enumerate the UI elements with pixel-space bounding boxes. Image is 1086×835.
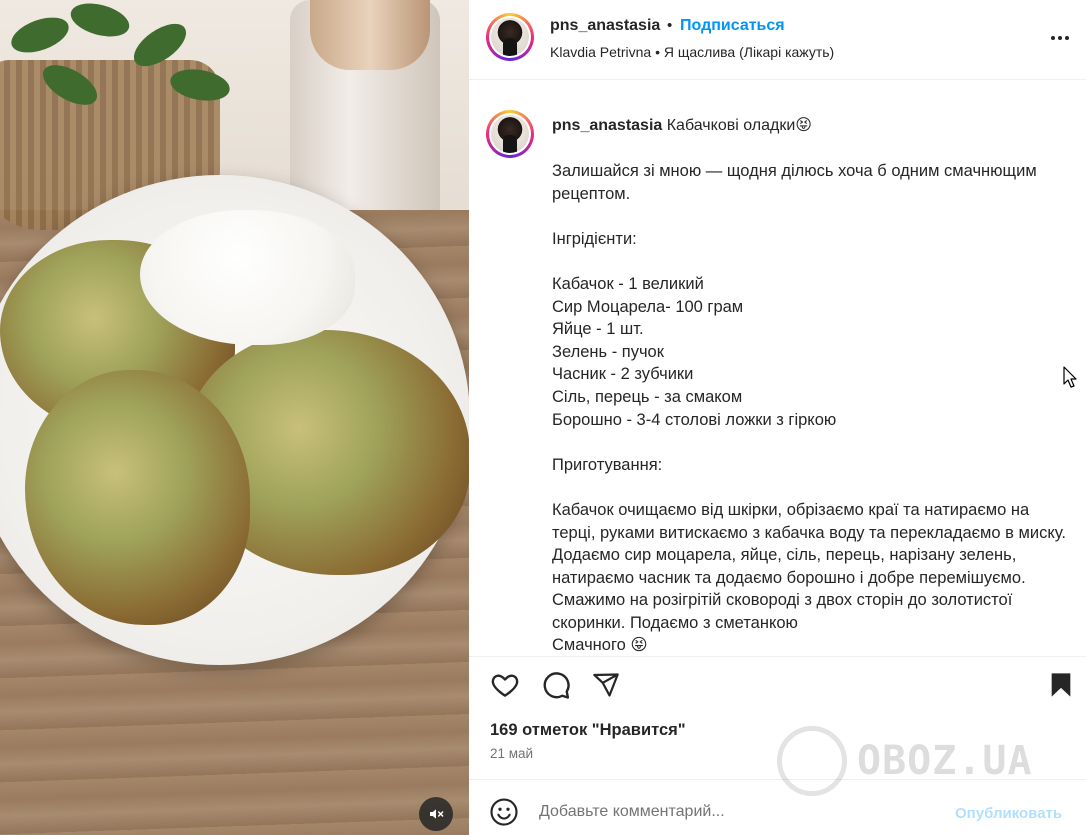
- save-button[interactable]: [1044, 668, 1078, 702]
- post-panel: pns_anastasia • Подписаться Klavdia Petr…: [469, 0, 1086, 835]
- comment-icon: [543, 672, 570, 699]
- mute-button[interactable]: [419, 797, 453, 831]
- caption-title-emoji: 😝: [795, 117, 812, 134]
- avatar-image: [491, 18, 529, 56]
- audio-track-link[interactable]: Я щаслива (Лікарі кажуть): [664, 44, 834, 60]
- header-username[interactable]: pns_anastasia: [550, 17, 660, 35]
- likes-count[interactable]: 169 отметок "Нравится": [490, 721, 686, 740]
- header-subtitle: Klavdia Petrivna • Я щаслива (Лікарі каж…: [550, 44, 834, 60]
- comment-input[interactable]: [539, 800, 939, 824]
- caption-avatar[interactable]: [486, 110, 534, 158]
- caption-title-line: pns_anastasia Кабачкові оладки😝: [552, 115, 1072, 136]
- emoji-button[interactable]: [489, 797, 519, 827]
- mouse-cursor-icon: [1063, 366, 1077, 388]
- post-caption: pns_anastasia Кабачкові оладки😝 Залишайс…: [469, 81, 1086, 656]
- avatar-image: [491, 115, 529, 153]
- caption-title: Кабачкові оладки: [666, 117, 796, 134]
- more-icon: [1051, 36, 1069, 40]
- audio-artist-link[interactable]: Klavdia Petrivna: [550, 44, 651, 60]
- post-comment-button[interactable]: Опубликовать: [955, 805, 1062, 822]
- volume-off-icon: [430, 809, 444, 819]
- caption-username[interactable]: pns_anastasia: [552, 117, 662, 134]
- header-separator: •: [667, 17, 673, 34]
- media-jar-lid: [310, 0, 430, 70]
- post-date[interactable]: 21 май: [490, 746, 533, 761]
- more-options-button[interactable]: [1045, 26, 1075, 50]
- share-button[interactable]: [589, 668, 623, 702]
- bookmark-icon: [1051, 673, 1071, 697]
- comment-bar: Опубликовать: [469, 779, 1086, 835]
- caption-body: Залишайся зі мною — щодня ділюсь хоча б …: [552, 162, 1066, 655]
- like-button[interactable]: [488, 668, 522, 702]
- follow-button[interactable]: Подписаться: [680, 17, 785, 35]
- avatar[interactable]: [486, 13, 534, 61]
- send-icon: [593, 673, 619, 697]
- post-media[interactable]: [0, 0, 469, 835]
- subtitle-separator: •: [655, 44, 660, 60]
- heart-icon: [491, 674, 519, 697]
- post-actions: 169 отметок "Нравится" 21 май: [469, 656, 1086, 776]
- comment-button[interactable]: [539, 668, 573, 702]
- emoji-icon: [490, 798, 518, 826]
- post-header: pns_anastasia • Подписаться Klavdia Petr…: [469, 0, 1086, 80]
